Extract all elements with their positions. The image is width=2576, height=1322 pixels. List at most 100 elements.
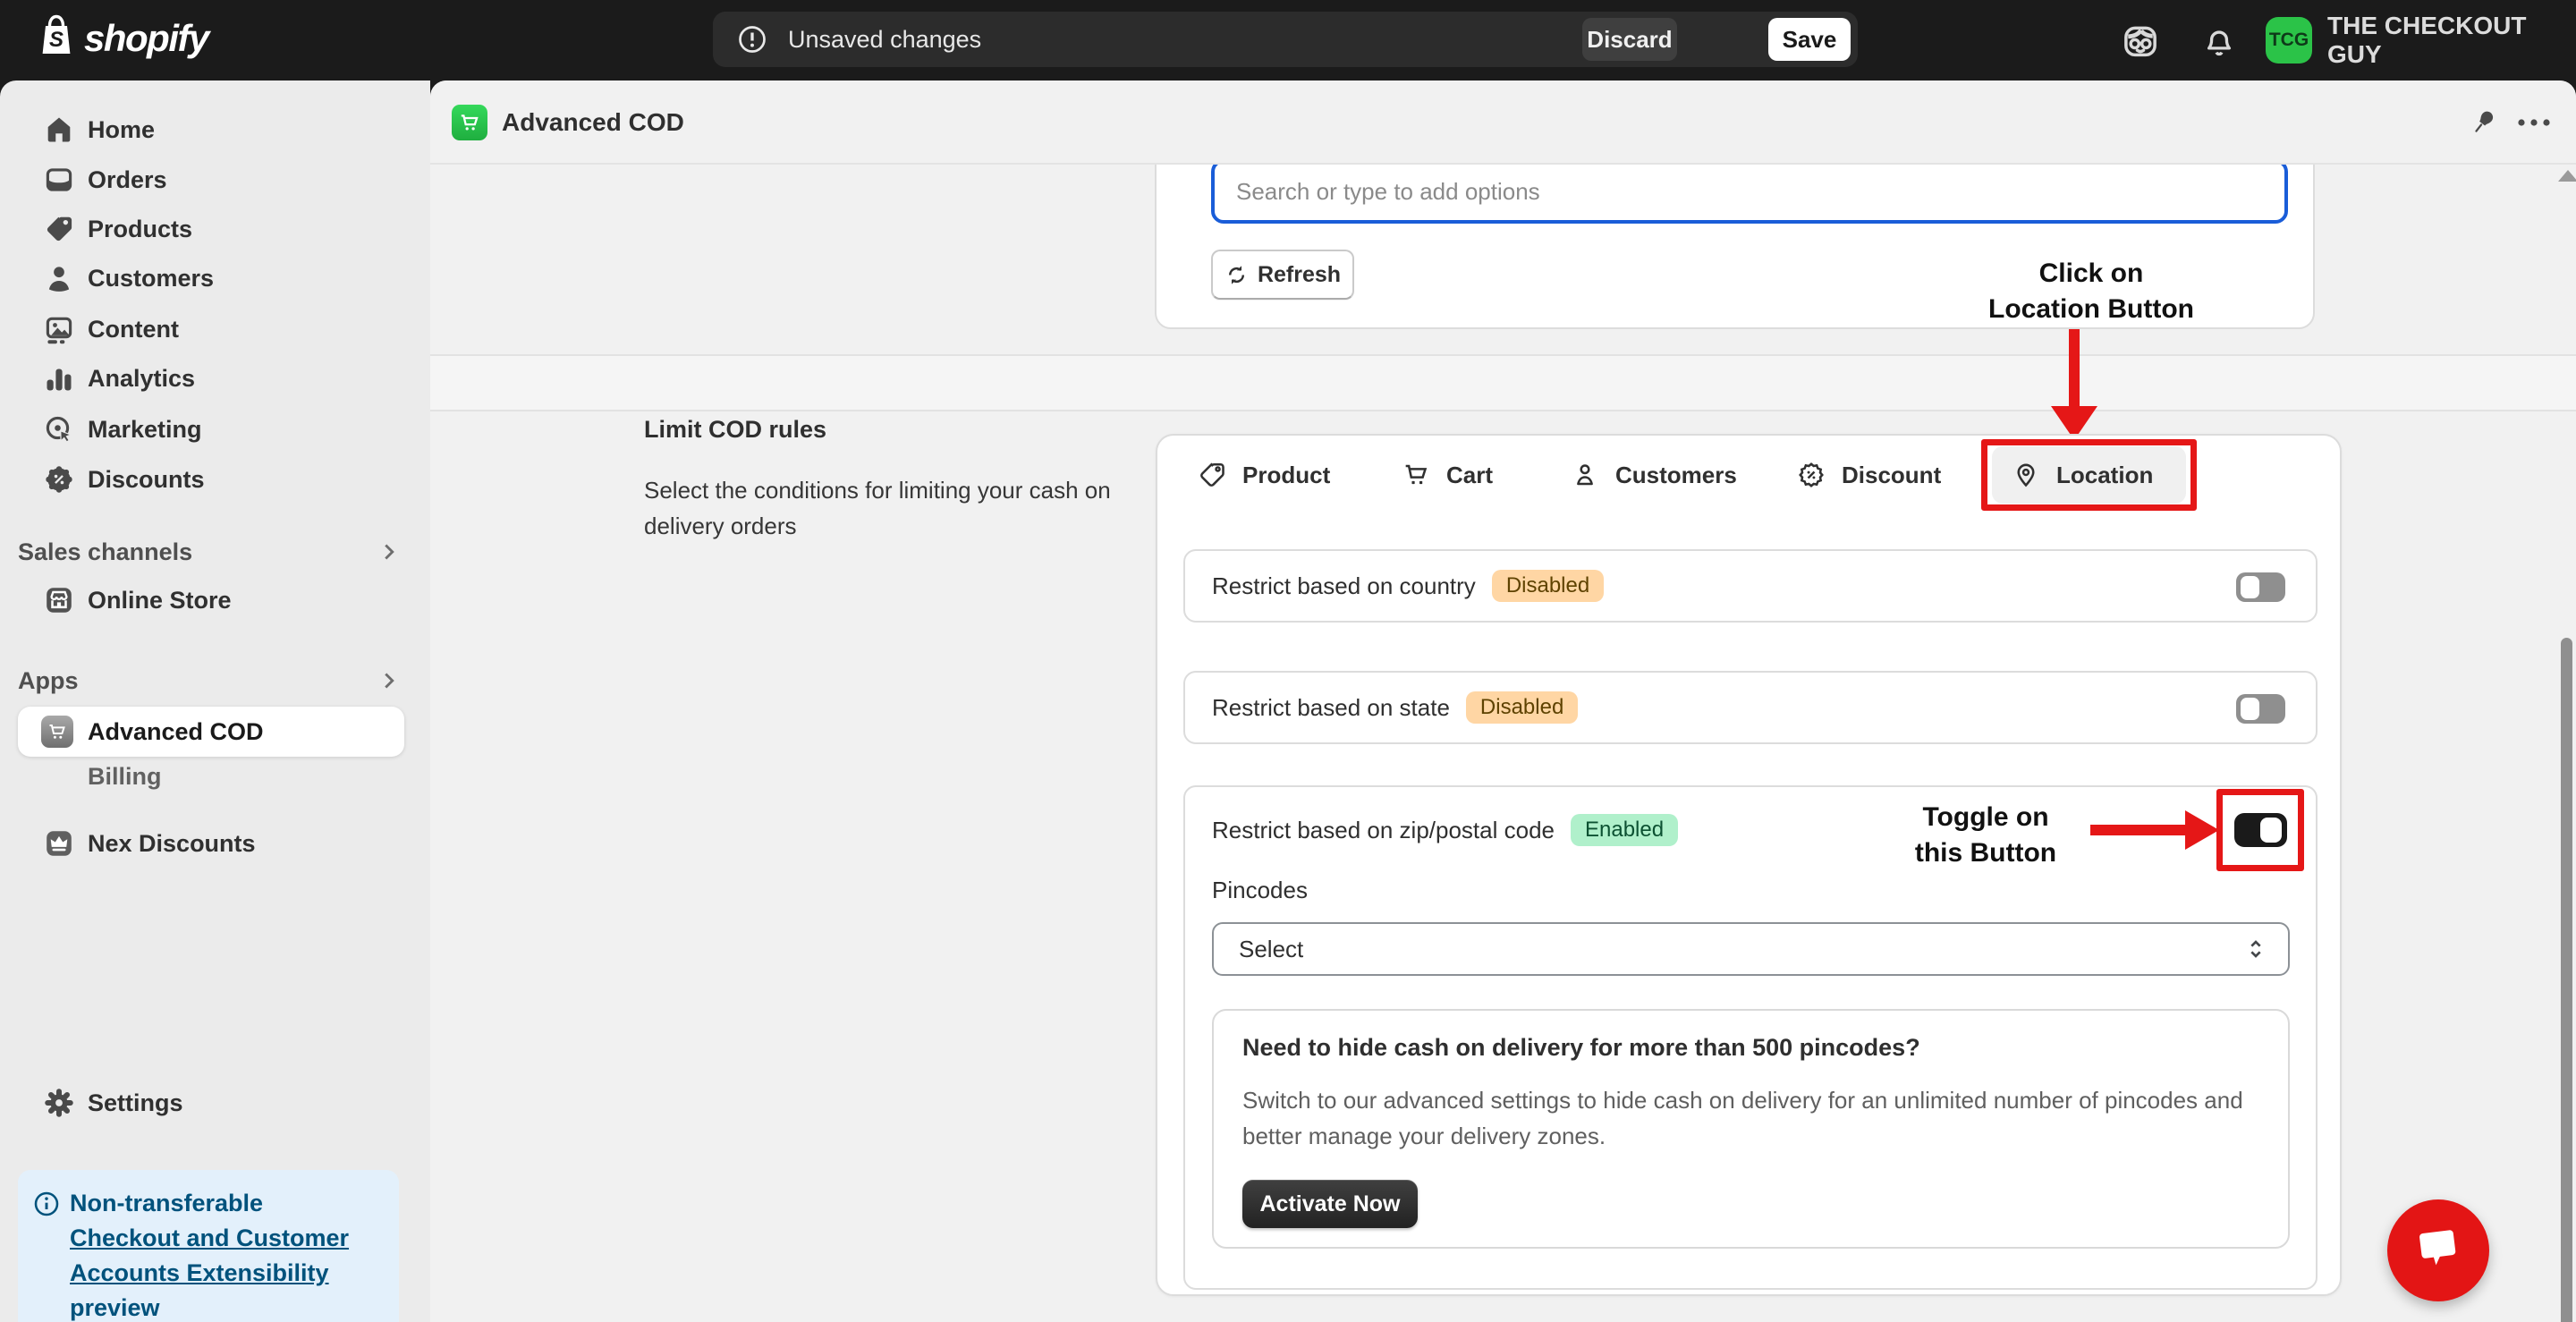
- target-cursor-icon: [43, 413, 75, 445]
- sidebar-section-apps[interactable]: Apps: [0, 659, 430, 702]
- tab-cart[interactable]: Cart: [1402, 446, 1493, 504]
- extensibility-notice: Non-transferable Checkout and Customer A…: [18, 1170, 399, 1322]
- sidebar-item-marketing[interactable]: Marketing: [0, 405, 430, 453]
- alert-circle-icon: [736, 23, 768, 55]
- zip-toggle[interactable]: [2234, 813, 2287, 847]
- promo-heading: Need to hide cash on delivery for more t…: [1242, 1034, 1920, 1062]
- tab-discount[interactable]: Discount: [1797, 446, 1941, 504]
- topbar: S shopify Unsaved changes Discard Save T…: [0, 0, 2576, 81]
- pin-icon[interactable]: [2468, 107, 2498, 138]
- user-name[interactable]: THE CHECKOUT GUY: [2327, 0, 2576, 81]
- sidebar-item-home[interactable]: Home: [0, 106, 430, 154]
- more-options-icon[interactable]: [2514, 114, 2545, 145]
- select-chevrons-icon: [2243, 936, 2268, 962]
- tab-customers[interactable]: Customers: [1571, 446, 1737, 504]
- image-icon: [43, 313, 75, 345]
- advanced-cod-label: Advanced COD: [88, 707, 264, 757]
- country-toggle[interactable]: [2236, 572, 2285, 602]
- chat-widget-button[interactable]: [2387, 1199, 2489, 1301]
- sidebar-item-online-store[interactable]: Online Store: [0, 576, 430, 624]
- notifications-bell-icon[interactable]: [2200, 21, 2240, 61]
- unsaved-changes-text: Unsaved changes: [788, 26, 981, 54]
- person-icon: [43, 262, 75, 294]
- promo-body: Switch to our advanced settings to hide …: [1242, 1082, 2271, 1154]
- sidebar-item-analytics[interactable]: Analytics: [0, 354, 430, 403]
- notice-line1: Non-transferable: [70, 1186, 383, 1221]
- advanced-cod-app-icon: [41, 716, 73, 748]
- sidebar-section-sales-channels[interactable]: Sales channels: [0, 530, 430, 573]
- sidebar-item-content[interactable]: Content: [0, 305, 430, 353]
- gear-icon: [43, 1087, 75, 1119]
- advanced-settings-promo-card: Need to hide cash on delivery for more t…: [1212, 1009, 2290, 1249]
- sidebar-item-orders[interactable]: Orders: [0, 156, 430, 204]
- red-arrow-right: [2090, 825, 2187, 835]
- app-header: Advanced COD: [430, 81, 2576, 165]
- section-divider: [430, 354, 2576, 411]
- chat-bubble-icon: [2411, 1226, 2466, 1275]
- bar-chart-icon: [43, 362, 75, 394]
- annotation-toggle-on: Toggle on this Button: [1883, 800, 2089, 871]
- section-description: Select the conditions for limiting your …: [644, 472, 1154, 544]
- unsaved-changes-bar: Unsaved changes Discard Save: [713, 12, 1858, 67]
- info-circle-icon: [32, 1190, 61, 1322]
- pincodes-select[interactable]: Select: [1212, 922, 2290, 976]
- orders-icon: [43, 164, 75, 196]
- tab-product[interactable]: Product: [1198, 446, 1330, 504]
- location-pin-icon: [2012, 461, 2040, 489]
- sidekick-assistant-icon[interactable]: [2121, 21, 2160, 61]
- shopify-admin-window: S shopify Unsaved changes Discard Save T…: [0, 0, 2576, 1322]
- rule-row-state: Restrict based on state Disabled: [1183, 671, 2318, 744]
- sidebar-item-advanced-cod[interactable]: Advanced COD: [18, 707, 404, 757]
- nex-discounts-app-icon: [43, 827, 75, 860]
- toggle-knob: [2260, 818, 2282, 843]
- annotation-click-location: Click on Location Button: [1979, 256, 2203, 327]
- user-avatar[interactable]: TCG: [2266, 17, 2312, 64]
- refresh-icon: [1224, 263, 1249, 287]
- status-badge: Disabled: [1466, 691, 1578, 724]
- toggle-knob: [2241, 698, 2259, 720]
- discount-badge-icon: [43, 463, 75, 496]
- shopify-logo[interactable]: S shopify: [36, 13, 208, 64]
- rule-label: Restrict based on country: [1212, 572, 1476, 600]
- section-title: Limit COD rules: [644, 416, 826, 444]
- sidebar-item-products[interactable]: Products: [0, 205, 430, 253]
- extensibility-link[interactable]: Checkout and Customer Accounts Extensibi…: [70, 1225, 349, 1286]
- home-icon: [43, 114, 75, 146]
- rule-row-country: Restrict based on country Disabled: [1183, 549, 2318, 623]
- save-button[interactable]: Save: [1768, 18, 1851, 61]
- options-search-input[interactable]: [1211, 159, 2288, 224]
- toggle-knob: [2241, 576, 2259, 598]
- refresh-button[interactable]: Refresh: [1211, 250, 1354, 300]
- discard-button[interactable]: Discard: [1582, 18, 1677, 61]
- status-badge: Enabled: [1571, 814, 1678, 846]
- sidebar-item-nex-discounts[interactable]: Nex Discounts: [0, 819, 430, 868]
- pincodes-select-value: Select: [1239, 936, 1303, 963]
- sidebar-item-customers[interactable]: Customers: [0, 254, 430, 302]
- person-icon: [1571, 461, 1599, 489]
- limit-cod-rules-card: Product Cart Customers Discount Location: [1156, 434, 2342, 1296]
- shopify-wordmark: shopify: [84, 17, 208, 60]
- tag-icon: [1198, 461, 1226, 489]
- shopify-bag-icon: S: [36, 13, 77, 64]
- rule-label: Restrict based on state: [1212, 694, 1450, 722]
- page-title: Advanced COD: [502, 81, 684, 165]
- svg-text:S: S: [49, 28, 64, 52]
- main-content: Advanced COD Refresh Click on Location B…: [430, 81, 2576, 1322]
- state-toggle[interactable]: [2236, 694, 2285, 724]
- scroll-up-arrow[interactable]: [2558, 170, 2576, 182]
- sidebar-item-billing[interactable]: Billing: [0, 755, 430, 798]
- pincodes-label: Pincodes: [1212, 877, 1308, 904]
- sidebar-item-settings[interactable]: Settings: [0, 1079, 430, 1127]
- cart-icon: [1402, 461, 1430, 489]
- red-arrow-right-head: [2185, 810, 2219, 850]
- tab-location[interactable]: Location: [1992, 446, 2186, 504]
- storefront-icon: [43, 584, 75, 616]
- rule-row-zip: Restrict based on zip/postal code Enable…: [1183, 785, 2318, 1290]
- chevron-right-icon: [376, 538, 402, 565]
- activate-now-button[interactable]: Activate Now: [1242, 1180, 1418, 1228]
- notice-line2: preview: [70, 1294, 160, 1321]
- sidebar-item-discounts[interactable]: Discounts: [0, 455, 430, 504]
- sidebar: Home Orders Products Customers Content A…: [0, 81, 430, 1322]
- discount-badge-icon: [1797, 461, 1826, 489]
- scrollbar-thumb[interactable]: [2561, 638, 2572, 1322]
